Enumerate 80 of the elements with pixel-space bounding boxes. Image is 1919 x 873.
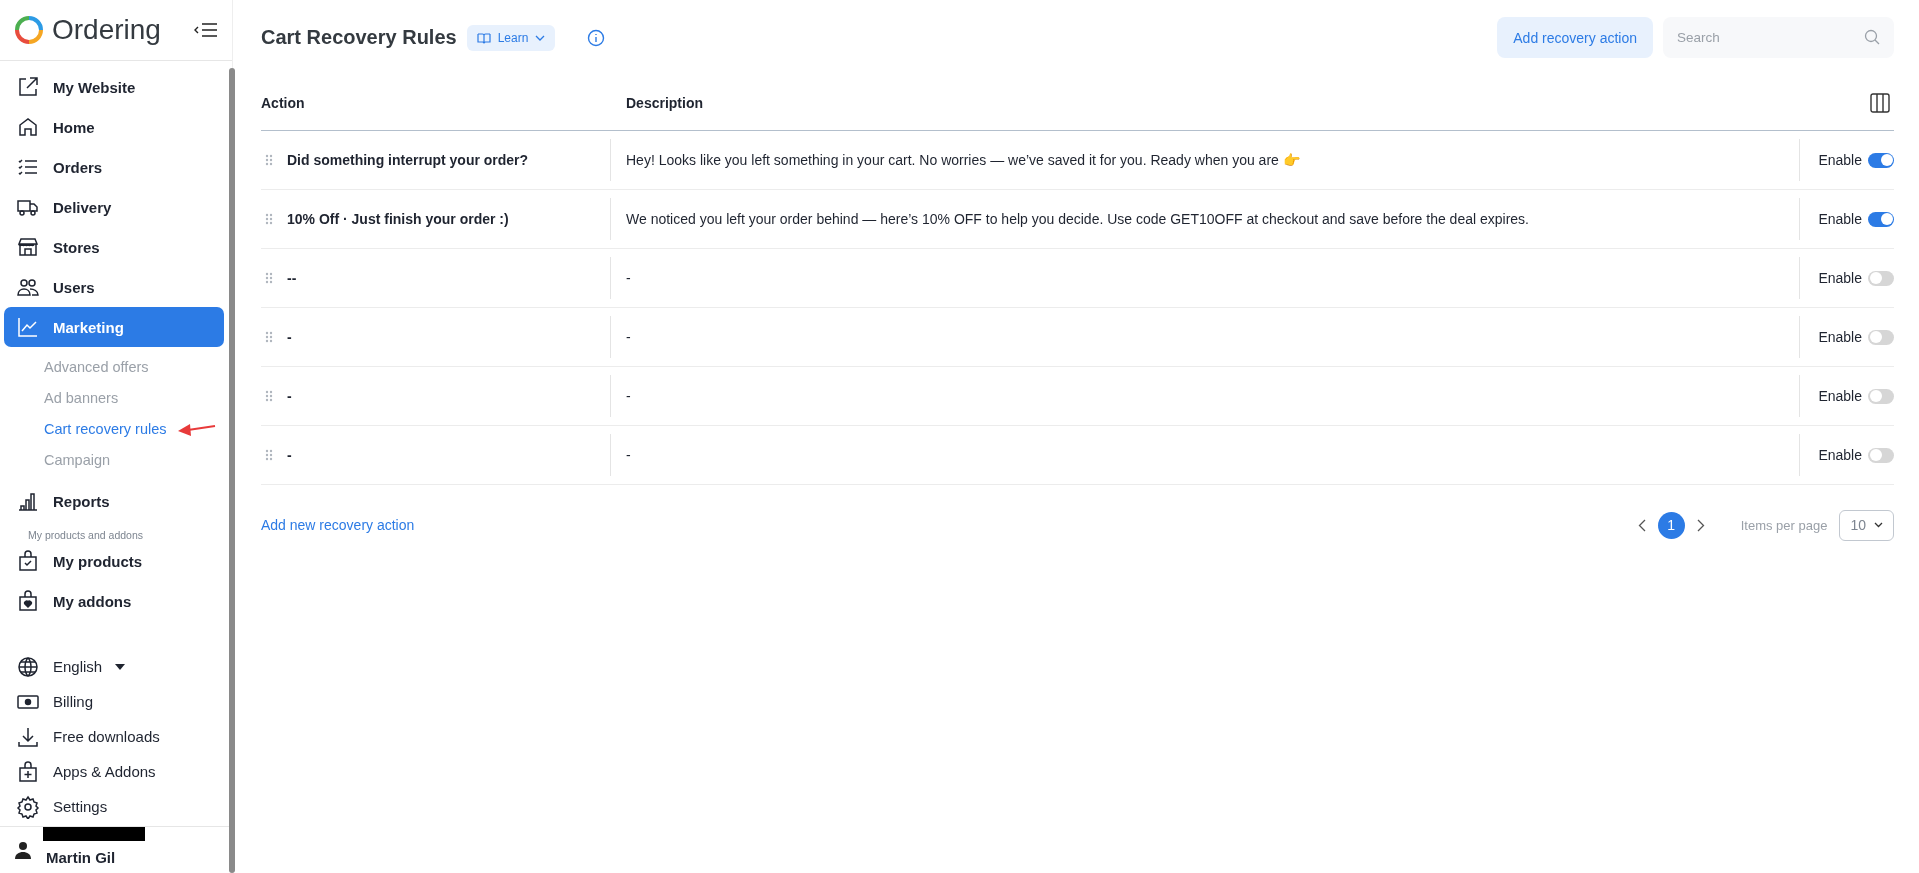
- bag-check-icon: [16, 549, 40, 573]
- user-icon: [14, 841, 32, 859]
- drag-handle-icon[interactable]: [265, 213, 273, 225]
- external-icon: [16, 75, 40, 99]
- nav-item[interactable]: English: [4, 649, 224, 684]
- description-cell: -: [626, 447, 631, 463]
- enable-toggle[interactable]: [1868, 152, 1894, 168]
- drag-handle-icon[interactable]: [265, 390, 273, 402]
- action-cell: --: [287, 270, 297, 286]
- search-field[interactable]: Search: [1663, 17, 1894, 58]
- toggle-label: Enable: [1818, 211, 1862, 227]
- chevron-left-icon[interactable]: [1637, 518, 1646, 532]
- drag-handle-icon[interactable]: [265, 331, 273, 343]
- nav-item[interactable]: Stores: [4, 227, 224, 267]
- logo-icon: [14, 15, 44, 45]
- items-per-page-select[interactable]: 10: [1839, 509, 1894, 541]
- page-button[interactable]: 1: [1657, 511, 1685, 539]
- add-recovery-action-button[interactable]: Add recovery action: [1497, 17, 1653, 58]
- action-cell: -: [287, 388, 292, 404]
- chevron-right-icon[interactable]: [1696, 518, 1705, 532]
- search-icon: [1864, 29, 1880, 45]
- toggle-label: Enable: [1818, 270, 1862, 286]
- nav-item[interactable]: Billing: [4, 684, 224, 719]
- store-icon: [16, 235, 40, 259]
- toggle-label: Enable: [1818, 152, 1862, 168]
- brand-name: Ordering: [52, 14, 161, 46]
- section-label: My products and addons: [27, 528, 144, 541]
- user-name: Martin Gil: [46, 848, 116, 866]
- enable-toggle[interactable]: [1868, 447, 1894, 463]
- enable-toggle[interactable]: [1868, 329, 1894, 345]
- description-cell: -: [626, 329, 631, 345]
- bag-plus-icon: [16, 759, 40, 784]
- drag-handle-icon[interactable]: [265, 272, 273, 284]
- collapse-menu-icon[interactable]: [194, 22, 218, 38]
- info-icon[interactable]: [587, 28, 606, 47]
- description-cell: Hey! Looks like you left something in your cart. No worries — we’ve saved it for you. Ready when you are 👉: [626, 152, 1300, 168]
- nav-item[interactable]: My addons: [4, 581, 224, 621]
- nav-item[interactable]: Home: [4, 107, 224, 147]
- toggle-label: Enable: [1818, 329, 1862, 345]
- nav-item[interactable]: Delivery: [4, 187, 224, 227]
- action-cell: 10% Off · Just finish your order :): [287, 211, 509, 227]
- page-title: Cart Recovery Rules: [261, 26, 457, 49]
- nav-item[interactable]: My products: [4, 541, 224, 581]
- scrollbar[interactable]: [229, 68, 235, 873]
- items-per-page-label: Items per page: [1740, 517, 1828, 533]
- column-header: Action: [261, 94, 305, 111]
- enable-toggle[interactable]: [1868, 388, 1894, 404]
- column-header: Description: [625, 94, 703, 111]
- nav-item[interactable]: Marketing: [4, 307, 224, 347]
- drag-handle-icon[interactable]: [265, 154, 273, 166]
- action-cell: -: [287, 329, 292, 345]
- learn-button[interactable]: Learn: [466, 24, 556, 51]
- nav-item[interactable]: My Website: [4, 67, 224, 107]
- submenu-item[interactable]: Cart recovery rules: [44, 420, 167, 437]
- nav-item[interactable]: Settings: [4, 789, 224, 824]
- columns-icon[interactable]: [1870, 92, 1890, 113]
- book-icon: [476, 31, 491, 44]
- toggle-label: Enable: [1818, 388, 1862, 404]
- action-cell: Did something interrupt your order?: [287, 152, 529, 168]
- description-cell: We noticed you left your order behind — here’s 10% OFF to help you decide. Use code GET10OFF at checkout and save before the deal expires.: [626, 211, 1529, 227]
- bag-heart-icon: [16, 589, 40, 613]
- home-icon: [16, 115, 40, 139]
- description-cell: -: [626, 270, 631, 286]
- description-cell: -: [626, 388, 631, 404]
- nav-item[interactable]: Reports: [4, 481, 224, 521]
- chevron-down-icon: [1874, 522, 1883, 528]
- globe-icon: [16, 654, 40, 679]
- chart-icon: [16, 315, 40, 339]
- nav-item[interactable]: Users: [4, 267, 224, 307]
- drag-handle-icon[interactable]: [265, 449, 273, 461]
- nav-item[interactable]: Apps & Addons: [4, 754, 224, 789]
- nav-item[interactable]: Orders: [4, 147, 224, 187]
- action-cell: -: [287, 447, 292, 463]
- chevron-down-icon: [535, 34, 546, 41]
- enable-toggle[interactable]: [1868, 211, 1894, 227]
- nav-item[interactable]: Free downloads: [4, 719, 224, 754]
- enable-toggle[interactable]: [1868, 270, 1894, 286]
- add-new-recovery-action-link[interactable]: Add new recovery action: [261, 517, 415, 533]
- toggle-label: Enable: [1818, 447, 1862, 463]
- gear-icon: [16, 794, 40, 819]
